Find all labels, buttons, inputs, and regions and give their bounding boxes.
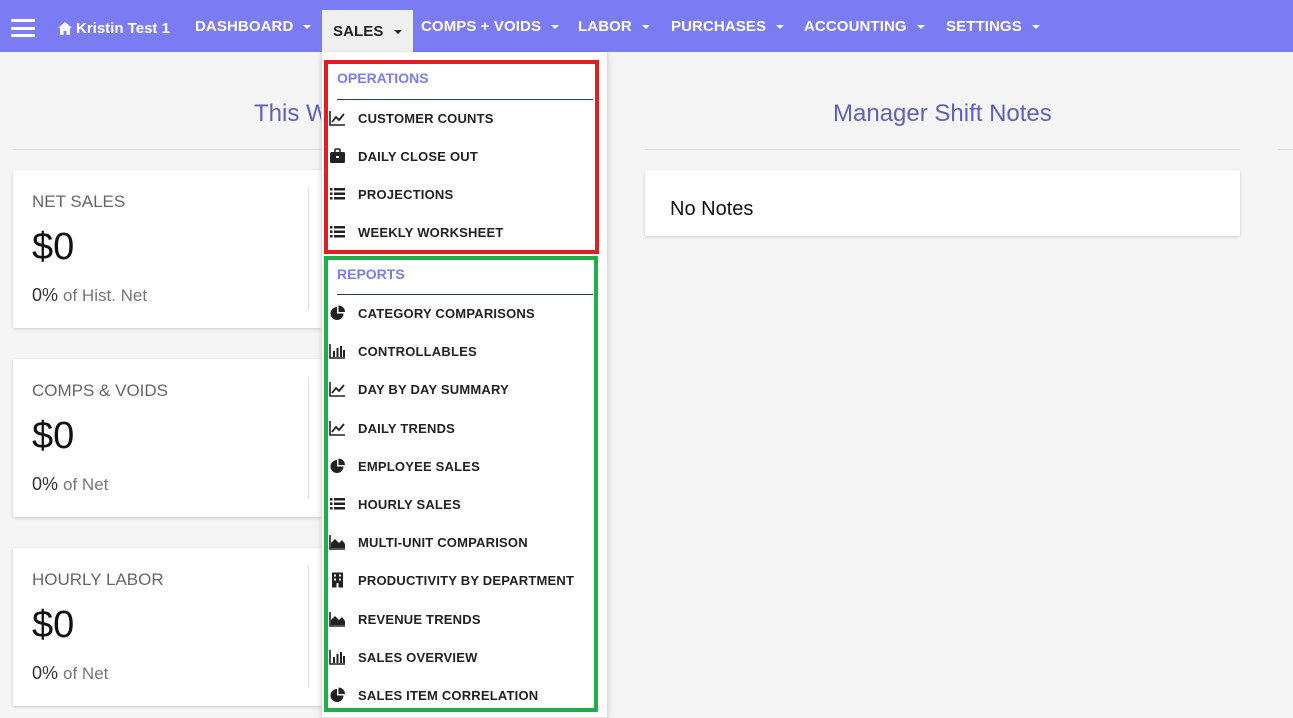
divider — [308, 188, 309, 310]
home-icon — [58, 22, 72, 35]
net-sales-card: NET SALES $0 0% of Hist. Net — [13, 170, 323, 328]
card-value: $0 — [32, 226, 75, 268]
hourly-labor-card: HOURLY LABOR $0 0% of Net — [13, 548, 323, 706]
menu-item-revenue-trends[interactable]: REVENUE TRENDS — [329, 609, 481, 629]
menu-item-customer-counts[interactable]: CUSTOMER COUNTS — [329, 108, 494, 128]
nav-settings[interactable]: SETTINGS — [935, 0, 1051, 52]
divider — [308, 566, 309, 688]
menu-item-projections[interactable]: PROJECTIONS — [329, 184, 453, 204]
chevron-down-icon — [303, 25, 312, 29]
area-chart-icon — [329, 611, 346, 627]
menu-item-weekly-worksheet[interactable]: WEEKLY WORKSHEET — [329, 222, 504, 242]
chevron-down-icon — [393, 30, 402, 34]
chevron-down-icon — [776, 25, 785, 29]
card-label: NET SALES — [32, 192, 126, 211]
card-value: $0 — [32, 415, 75, 457]
card-label: COMPS & VOIDS — [32, 381, 169, 400]
comps-voids-card: COMPS & VOIDS $0 0% of Net — [13, 359, 323, 517]
list-icon — [329, 186, 346, 202]
no-notes-text: No Notes — [670, 198, 754, 220]
nav-labor[interactable]: LABOR — [567, 0, 661, 52]
menu-item-productivity-by-department[interactable]: PRODUCTIVITY BY DEPARTMENT — [329, 570, 574, 590]
divider — [645, 149, 1240, 150]
operations-header: OPERATIONS — [337, 70, 429, 86]
bar-chart-icon — [329, 649, 346, 665]
nav-comps-voids[interactable]: COMPS + VOIDS — [410, 0, 570, 52]
menu-item-employee-sales[interactable]: EMPLOYEE SALES — [329, 456, 480, 476]
list-icon — [329, 496, 346, 512]
menu-item-daily-trends[interactable]: DAILY TRENDS — [329, 418, 455, 438]
menu-item-multi-unit-comparison[interactable]: MULTI-UNIT COMPARISON — [329, 532, 528, 552]
list-icon — [329, 224, 346, 240]
pie-chart-icon — [329, 687, 346, 703]
chevron-down-icon — [1031, 25, 1040, 29]
hamburger-menu-icon[interactable] — [11, 19, 35, 37]
menu-item-controllables[interactable]: CONTROLLABLES — [329, 341, 477, 361]
shift-notes-card: No Notes — [645, 170, 1240, 236]
line-chart-icon — [329, 110, 346, 126]
chevron-down-icon — [916, 25, 925, 29]
divider — [13, 149, 323, 150]
building-icon — [329, 572, 346, 588]
bar-chart-icon — [329, 343, 346, 359]
menu-item-sales-item-correlation[interactable]: SALES ITEM CORRELATION — [329, 685, 538, 705]
nav-purchases[interactable]: PURCHASES — [660, 0, 795, 52]
chevron-down-icon — [551, 25, 560, 29]
card-percent: 0% of Hist. Net — [32, 285, 148, 305]
menu-item-day-by-day-summary[interactable]: DAY BY DAY SUMMARY — [329, 379, 509, 399]
line-chart-icon — [329, 420, 346, 436]
line-chart-icon — [329, 381, 346, 397]
divider — [337, 294, 593, 295]
card-percent: 0% of Net — [32, 474, 109, 494]
card-value: $0 — [32, 604, 75, 646]
location-link[interactable]: Kristin Test 1 — [58, 20, 170, 37]
reports-header: REPORTS — [337, 266, 405, 282]
nav-accounting[interactable]: ACCOUNTING — [793, 0, 936, 52]
menu-item-category-comparisons[interactable]: CATEGORY COMPARISONS — [329, 303, 535, 323]
nav-dashboard[interactable]: DASHBOARD — [184, 0, 322, 52]
pie-chart-icon — [329, 458, 346, 474]
divider — [308, 377, 309, 499]
nav-sales[interactable]: SALES — [322, 10, 413, 52]
pie-chart-icon — [329, 305, 346, 321]
menu-item-sales-overview[interactable]: SALES OVERVIEW — [329, 647, 478, 667]
reports-highlight-box — [324, 256, 598, 712]
top-navbar: Kristin Test 1 DASHBOARD SALES COMPS + V… — [0, 0, 1293, 52]
location-name: Kristin Test 1 — [76, 20, 170, 37]
chevron-down-icon — [641, 25, 650, 29]
card-label: HOURLY LABOR — [32, 570, 164, 589]
menu-item-hourly-sales[interactable]: HOURLY SALES — [329, 494, 461, 514]
divider — [1278, 149, 1293, 150]
menu-item-daily-close-out[interactable]: DAILY CLOSE OUT — [329, 146, 478, 166]
divider — [337, 99, 593, 100]
shift-notes-title: Manager Shift Notes — [833, 100, 1052, 127]
area-chart-icon — [329, 534, 346, 550]
briefcase-icon — [329, 148, 346, 164]
week-section-title: This W — [254, 100, 329, 127]
card-percent: 0% of Net — [32, 663, 109, 683]
